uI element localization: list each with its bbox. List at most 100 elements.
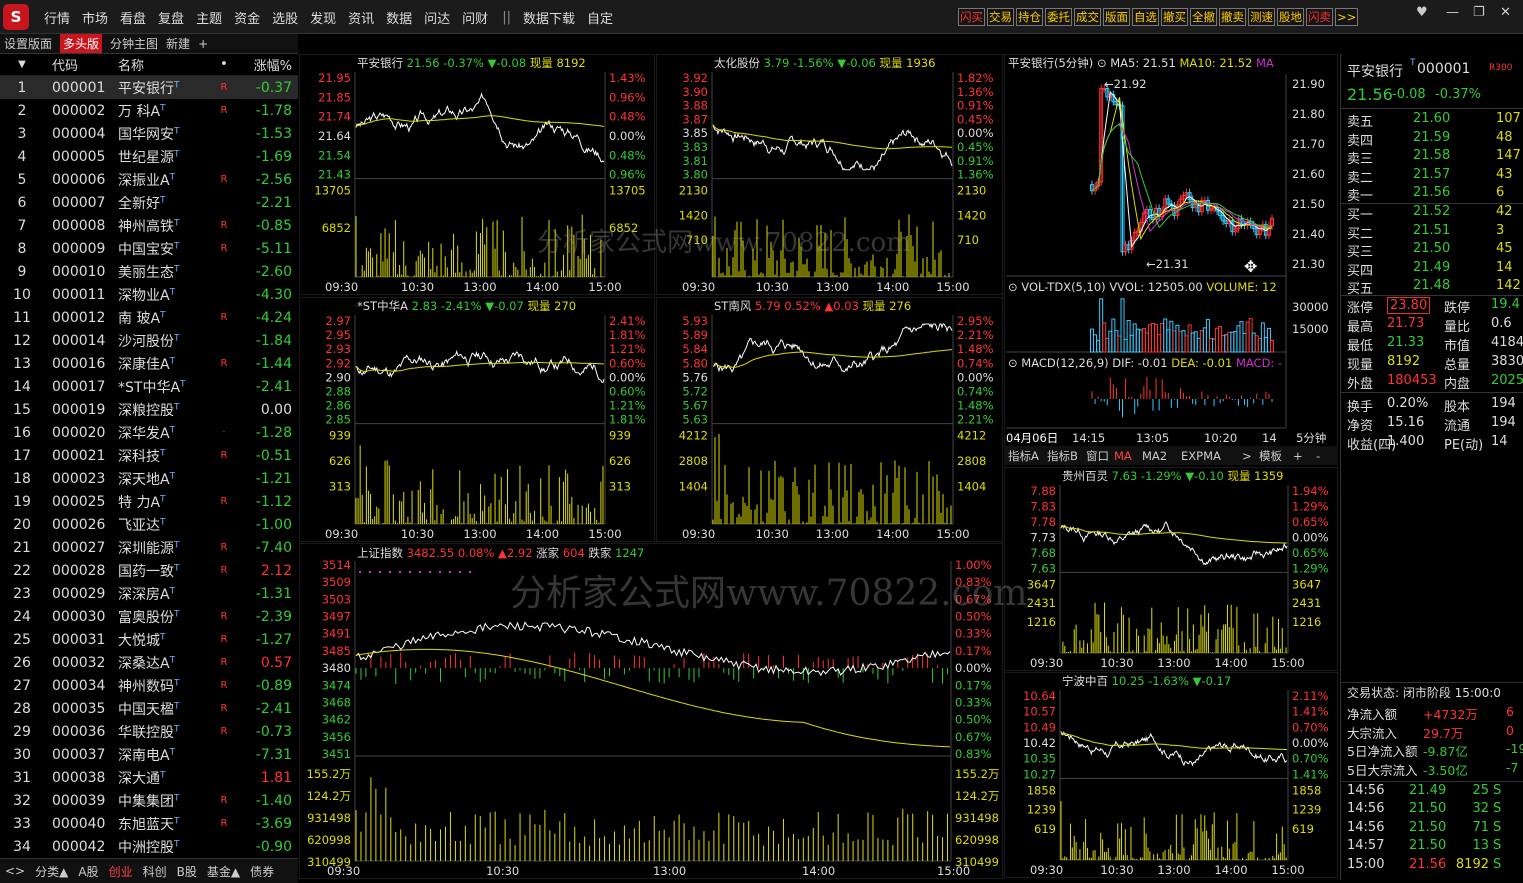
stock-row[interactable]: 17 000021 深科技T R -0.51 <box>0 444 298 467</box>
menu-item[interactable]: 问财 <box>462 8 488 27</box>
stock-row[interactable]: 8 000009 中国宝安T R -5.11 <box>0 237 298 260</box>
toolbar-button[interactable]: 委托 <box>1045 8 1072 26</box>
indicator-tab[interactable]: 模板 <box>1259 449 1282 463</box>
menu-item[interactable]: 资金 <box>234 8 260 27</box>
indicator-tab[interactable]: 指标B <box>1047 449 1078 463</box>
stock-row[interactable]: 28 000035 中国天楹T R -2.41 <box>0 697 298 720</box>
menu-item[interactable]: 数据下载 <box>523 8 575 27</box>
stock-row[interactable]: 4 000005 世纪星源T -1.69 <box>0 145 298 168</box>
toolbar-button[interactable]: 版面 <box>1103 8 1130 26</box>
stock-row[interactable]: 23 000029 深深房AT -1.31 <box>0 582 298 605</box>
col-pct[interactable]: 涨幅% <box>244 55 298 74</box>
stock-row[interactable]: 5 000006 深振业AT R -2.56 <box>0 168 298 191</box>
menu-item[interactable]: 自定 <box>587 8 613 27</box>
menu-item[interactable]: 问达 <box>424 8 450 27</box>
menu-item[interactable]: 行情 <box>44 8 70 27</box>
indicator-tab[interactable]: MA2 <box>1142 449 1167 463</box>
stock-row[interactable]: 20 000026 飞亚达T -1.00 <box>0 513 298 536</box>
col-code[interactable]: 代码 <box>44 55 108 74</box>
kline-chart[interactable]: 平安银行(5分钟) ⊙ MA5: 21.51 MA10: 21.52 MA 21.… <box>1004 54 1338 465</box>
settings-icon[interactable]: ♥ <box>1416 5 1428 20</box>
stock-row[interactable]: 13 000016 深康佳AT R -1.44 <box>0 352 298 375</box>
stock-row[interactable]: 34 000042 中洲控股T -0.90 <box>0 835 298 858</box>
intraday-chart[interactable]: ST南风 5.79 0.52% ▲0.03 现量 276 5.93 2.95% 5.8… <box>656 297 1003 542</box>
intraday-chart[interactable]: 宁波中百 10.25 -1.63% ▼-0.17 10.64 2.11% 10.57… <box>1004 672 1338 878</box>
menu-item[interactable]: 发现 <box>310 8 336 27</box>
indicator-tab[interactable]: > <box>1242 449 1252 463</box>
toolbar-button[interactable]: 成交 <box>1074 8 1101 26</box>
market-tab[interactable]: <> <box>5 864 25 878</box>
stock-row[interactable]: 33 000040 东旭蓝天T R -3.69 <box>0 812 298 835</box>
menu-item[interactable]: 主题 <box>196 8 222 27</box>
toolbar-button[interactable]: 撤买 <box>1161 8 1188 26</box>
layout-tab[interactable]: 分钟主图 <box>110 35 158 52</box>
stock-row[interactable]: 6 000007 全新好T -2.21 <box>0 191 298 214</box>
restore-icon[interactable]: ❐ <box>1473 5 1485 20</box>
sort-icon[interactable]: ▼ <box>0 59 44 70</box>
indicator-tab[interactable]: MA <box>1114 449 1132 463</box>
indicator-tab[interactable]: - <box>1316 449 1320 463</box>
menu-item[interactable]: 市场 <box>82 8 108 27</box>
market-tab[interactable]: 分类▲ <box>35 863 68 880</box>
layout-tab[interactable]: + <box>198 37 208 51</box>
market-tab[interactable]: 基金▲ <box>207 863 240 880</box>
stock-row[interactable]: 21 000027 深圳能源T R -7.40 <box>0 536 298 559</box>
toolbar-button[interactable]: 测速 <box>1248 8 1275 26</box>
stock-row[interactable]: 2 000002 万 科AT R -1.78 <box>0 99 298 122</box>
toolbar-button[interactable]: >> <box>1335 8 1359 26</box>
stock-row[interactable]: 11 000012 南 玻AT R -4.24 <box>0 306 298 329</box>
layout-tab[interactable]: 设置版面 <box>4 35 52 52</box>
indicator-tab[interactable]: + <box>1293 449 1303 463</box>
toolbar-button[interactable]: 闪买 <box>958 8 985 26</box>
menu-item[interactable]: 看盘 <box>120 8 146 27</box>
col-name[interactable]: 名称 <box>108 55 204 74</box>
toolbar-button[interactable]: 撤卖 <box>1219 8 1246 26</box>
toolbar-button[interactable]: 股地 <box>1277 8 1304 26</box>
stock-row[interactable]: 19 000025 特 力AT R -1.12 <box>0 490 298 513</box>
close-icon[interactable]: ✕ <box>1500 5 1511 20</box>
stock-row[interactable]: 3 000004 国华网安T -1.53 <box>0 122 298 145</box>
stock-row[interactable]: 1 000001 平安银行T R -0.37 <box>0 76 298 99</box>
layout-tab[interactable]: 多头版 <box>60 34 103 53</box>
indicator-tab[interactable]: 指标A <box>1008 449 1039 463</box>
intraday-chart[interactable]: *ST中华A 2.83 -2.41% ▼-0.07 现量 270 2.97 2.41… <box>299 297 655 542</box>
market-tab[interactable]: B股 <box>177 863 197 880</box>
toolbar-button[interactable]: 全撤 <box>1190 8 1217 26</box>
market-tab[interactable]: 创业 <box>109 863 133 880</box>
stock-row[interactable]: 26 000032 深桑达AT R 0.57 <box>0 651 298 674</box>
stock-row[interactable]: 18 000023 深天地AT -1.21 <box>0 467 298 490</box>
market-tab[interactable]: 科创 <box>143 863 167 880</box>
stock-row[interactable]: 29 000036 华联控股T R -0.73 <box>0 720 298 743</box>
menu-item[interactable]: || <box>502 10 511 25</box>
market-tab[interactable]: A股 <box>78 863 98 880</box>
stock-row[interactable]: 10 000011 深物业AT -4.30 <box>0 283 298 306</box>
stock-row[interactable]: 31 000038 深大通T 1.81 <box>0 766 298 789</box>
intraday-chart[interactable]: 贵州百灵 7.63 -1.29% ▼-0.10 现量 1359 7.88 1.94%… <box>1004 467 1338 671</box>
indicator-tab[interactable]: 窗口 <box>1086 449 1109 463</box>
stock-row[interactable]: 27 000034 神州数码T R -0.89 <box>0 674 298 697</box>
minimize-icon[interactable]: — <box>1446 5 1459 20</box>
stock-row[interactable]: 14 000017 *ST中华AT -2.41 <box>0 375 298 398</box>
stock-row[interactable]: 15 000019 深粮控股T 0.00 <box>0 398 298 421</box>
stock-row[interactable]: 7 000008 神州高铁T R -0.85 <box>0 214 298 237</box>
toolbar-button[interactable]: 交易 <box>987 8 1014 26</box>
stock-row[interactable]: 32 000039 中集集团T R -1.40 <box>0 789 298 812</box>
toolbar-button[interactable]: 闪卖 <box>1306 8 1333 26</box>
layout-tab[interactable]: 新建 <box>166 35 190 52</box>
toolbar-button[interactable]: 持仓 <box>1016 8 1043 26</box>
stock-row[interactable]: 25 000031 大悦城T R -1.27 <box>0 628 298 651</box>
market-tab[interactable]: 债券 <box>250 863 274 880</box>
stock-row[interactable]: 9 000010 美丽生态T -2.60 <box>0 260 298 283</box>
menu-item[interactable]: 数据 <box>386 8 412 27</box>
stock-row[interactable]: 12 000014 沙河股份T -1.84 <box>0 329 298 352</box>
stock-row[interactable]: 22 000028 国药一致T R 2.12 <box>0 559 298 582</box>
stock-row[interactable]: 30 000037 深南电AT -7.31 <box>0 743 298 766</box>
stock-row[interactable]: 16 000020 深华发AT · -1.28 <box>0 421 298 444</box>
menu-item[interactable]: 复盘 <box>158 8 184 27</box>
menu-item[interactable]: 选股 <box>272 8 298 27</box>
period-label[interactable]: 5分钟 <box>1296 431 1326 445</box>
toolbar-button[interactable]: 自选 <box>1132 8 1159 26</box>
stock-row[interactable]: 24 000030 富奥股份T R -2.39 <box>0 605 298 628</box>
menu-item[interactable]: 资讯 <box>348 8 374 27</box>
indicator-tab[interactable]: EXPMA <box>1181 449 1221 463</box>
